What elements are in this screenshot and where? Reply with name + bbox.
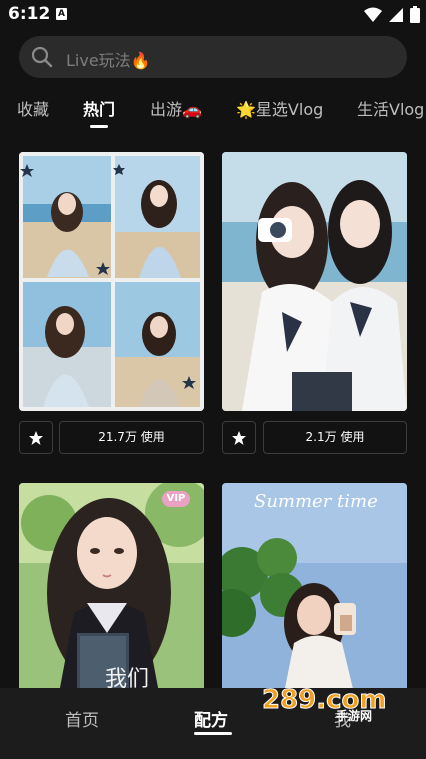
nav-home[interactable]: 首页 bbox=[65, 706, 99, 731]
status-icons bbox=[364, 6, 420, 23]
tab-travel[interactable]: 出游🚗 bbox=[150, 96, 202, 120]
wifi-icon bbox=[364, 7, 382, 22]
search-icon bbox=[31, 46, 53, 68]
star-icon bbox=[232, 430, 246, 445]
status-time: 6:12 bbox=[8, 4, 51, 24]
tab-featured-vlog[interactable]: 🌟星选Vlog bbox=[236, 96, 323, 120]
tab-active-indicator bbox=[90, 125, 108, 128]
search-bar[interactable]: Live玩法🔥 bbox=[19, 36, 407, 78]
overlay-text: Summer time bbox=[254, 491, 378, 512]
template-thumbnail[interactable] bbox=[222, 152, 407, 411]
site-watermark: 289.com 手游网 bbox=[258, 684, 408, 724]
use-template-button[interactable]: 21.7万 使用 bbox=[59, 421, 204, 454]
tab-hot[interactable]: 热门 bbox=[83, 96, 115, 120]
search-placeholder: Live玩法🔥 bbox=[66, 51, 151, 70]
summer-selfie-image bbox=[222, 483, 407, 693]
category-tabs: 收藏 热门 出游🚗 🌟星选Vlog 生活Vlog bbox=[0, 96, 426, 132]
tab-favorites[interactable]: 收藏 bbox=[17, 96, 49, 120]
favorite-button[interactable] bbox=[19, 421, 53, 454]
template-thumbnail[interactable]: VIP 我们 bbox=[19, 483, 204, 693]
favorite-button[interactable] bbox=[222, 421, 256, 454]
watermark-logo-icon: 289.com 手游网 bbox=[262, 685, 388, 724]
template-thumbnail[interactable] bbox=[19, 152, 204, 411]
notification-a-icon: A bbox=[56, 8, 67, 20]
nav-recipes[interactable]: 配方 bbox=[194, 706, 228, 731]
friends-beach-image bbox=[222, 152, 407, 411]
template-thumbnail[interactable]: Summer time bbox=[222, 483, 407, 693]
nav-active-indicator bbox=[194, 732, 232, 735]
star-icon bbox=[29, 430, 43, 445]
status-bar: 6:12 A bbox=[0, 0, 426, 30]
use-template-button[interactable]: 2.1万 使用 bbox=[263, 421, 407, 454]
battery-icon bbox=[410, 6, 420, 23]
tab-life-vlog[interactable]: 生活Vlog bbox=[357, 96, 424, 120]
beach-collage-image bbox=[19, 152, 204, 411]
cellular-signal-icon bbox=[389, 7, 403, 22]
svg-text:手游网: 手游网 bbox=[336, 708, 372, 723]
vip-badge: VIP bbox=[162, 491, 190, 507]
